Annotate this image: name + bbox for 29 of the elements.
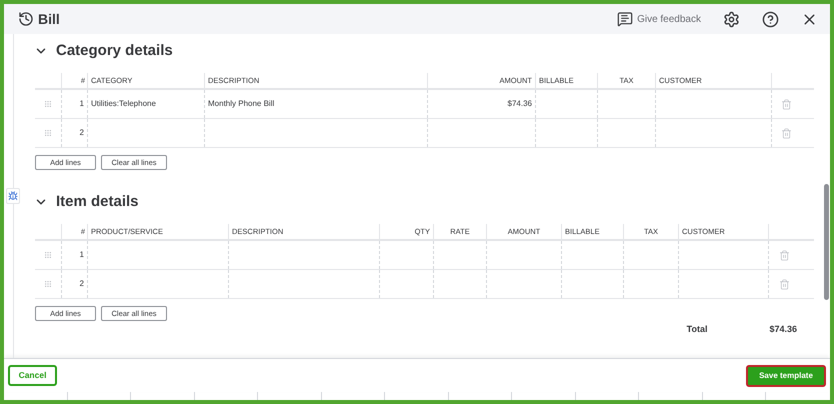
drag-handle-icon[interactable] [44, 280, 52, 288]
help-icon[interactable] [762, 10, 779, 28]
feedback-button[interactable]: Give feedback [617, 11, 701, 27]
window-title: Bill [38, 10, 60, 28]
delete-icon[interactable] [780, 98, 792, 110]
settings-icon[interactable] [723, 10, 740, 28]
delete-icon[interactable] [779, 278, 790, 290]
drag-handle-icon[interactable] [44, 251, 52, 259]
debug-button[interactable] [6, 188, 20, 204]
cell-text: $74.36 [508, 98, 532, 110]
section-title: Category details [56, 40, 173, 61]
cell-text: Utilities:Telephone [91, 98, 156, 110]
total-label: Total [686, 323, 708, 336]
feedback-icon[interactable] [617, 11, 634, 27]
row-number: 2 [80, 278, 84, 290]
row-number: 1 [80, 98, 84, 110]
cell-text: Monthly Phone Bill [208, 98, 274, 110]
table-cell[interactable]: Utilities:Telephone [88, 90, 205, 118]
row-number: 1 [80, 249, 84, 261]
delete-icon[interactable] [780, 128, 792, 138]
drag-handle-icon[interactable] [44, 100, 52, 108]
drag-handle-icon[interactable] [44, 129, 52, 137]
table-cell[interactable]: Monthly Phone Bill [205, 90, 428, 118]
total-value: $74.36 [769, 323, 797, 336]
row-number: 2 [80, 127, 84, 139]
delete-icon[interactable] [779, 250, 790, 260]
history-icon[interactable] [18, 11, 34, 27]
section-title: Item details [56, 192, 139, 212]
table-cell[interactable]: $74.36 [428, 90, 536, 118]
